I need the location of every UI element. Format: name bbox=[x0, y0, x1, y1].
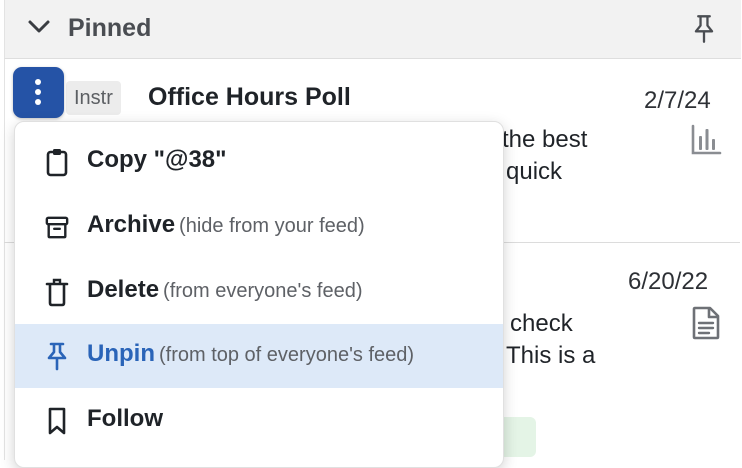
menu-item-label: Follow bbox=[87, 405, 163, 432]
instructor-tag: Instr bbox=[66, 81, 121, 115]
menu-item-unpin[interactable]: Unpin (from top of everyone's feed) bbox=[15, 324, 503, 388]
kebab-dot bbox=[35, 79, 41, 85]
clipboard-icon bbox=[46, 149, 68, 177]
poll-icon bbox=[691, 124, 722, 155]
post-snippet: This is a bbox=[506, 342, 596, 369]
menu-item-label: Unpin (from top of everyone's feed) bbox=[87, 340, 415, 367]
post-title[interactable]: Office Hours Poll bbox=[148, 83, 351, 112]
post-snippet: check bbox=[510, 310, 573, 337]
menu-item-copy[interactable]: Copy "@38" bbox=[15, 130, 503, 194]
menu-item-label: Delete (from everyone's feed) bbox=[87, 276, 363, 303]
kebab-dot bbox=[35, 99, 41, 105]
menu-item-hint: (from everyone's feed) bbox=[163, 280, 363, 302]
section-title: Pinned bbox=[68, 14, 152, 42]
post-snippet: the best bbox=[502, 126, 588, 153]
menu-item-hint: (hide from your feed) bbox=[179, 215, 365, 237]
post-snippet: quick bbox=[506, 158, 563, 185]
menu-item-archive[interactable]: Archive (hide from your feed) bbox=[15, 195, 503, 259]
archive-icon bbox=[45, 216, 69, 239]
pin-icon bbox=[47, 342, 67, 371]
chevron-down-icon[interactable] bbox=[26, 14, 52, 40]
post-date: 2/7/24 bbox=[644, 87, 711, 114]
menu-item-follow[interactable]: Follow bbox=[15, 389, 503, 453]
bookmark-icon bbox=[48, 407, 66, 435]
menu-item-label: Archive (hide from your feed) bbox=[87, 211, 365, 238]
post-actions-menu: Copy "@38" Archive (hide from your feed) … bbox=[14, 121, 504, 468]
more-actions-button[interactable] bbox=[13, 67, 64, 118]
post-date: 6/20/22 bbox=[628, 268, 709, 295]
pin-icon[interactable] bbox=[690, 14, 718, 44]
menu-item-delete[interactable]: Delete (from everyone's feed) bbox=[15, 260, 503, 324]
menu-item-hint: (from top of everyone's feed) bbox=[158, 344, 415, 366]
kebab-dot bbox=[35, 89, 41, 95]
menu-item-label: Copy "@38" bbox=[87, 146, 227, 173]
document-icon bbox=[692, 306, 720, 340]
trash-icon bbox=[45, 278, 69, 307]
